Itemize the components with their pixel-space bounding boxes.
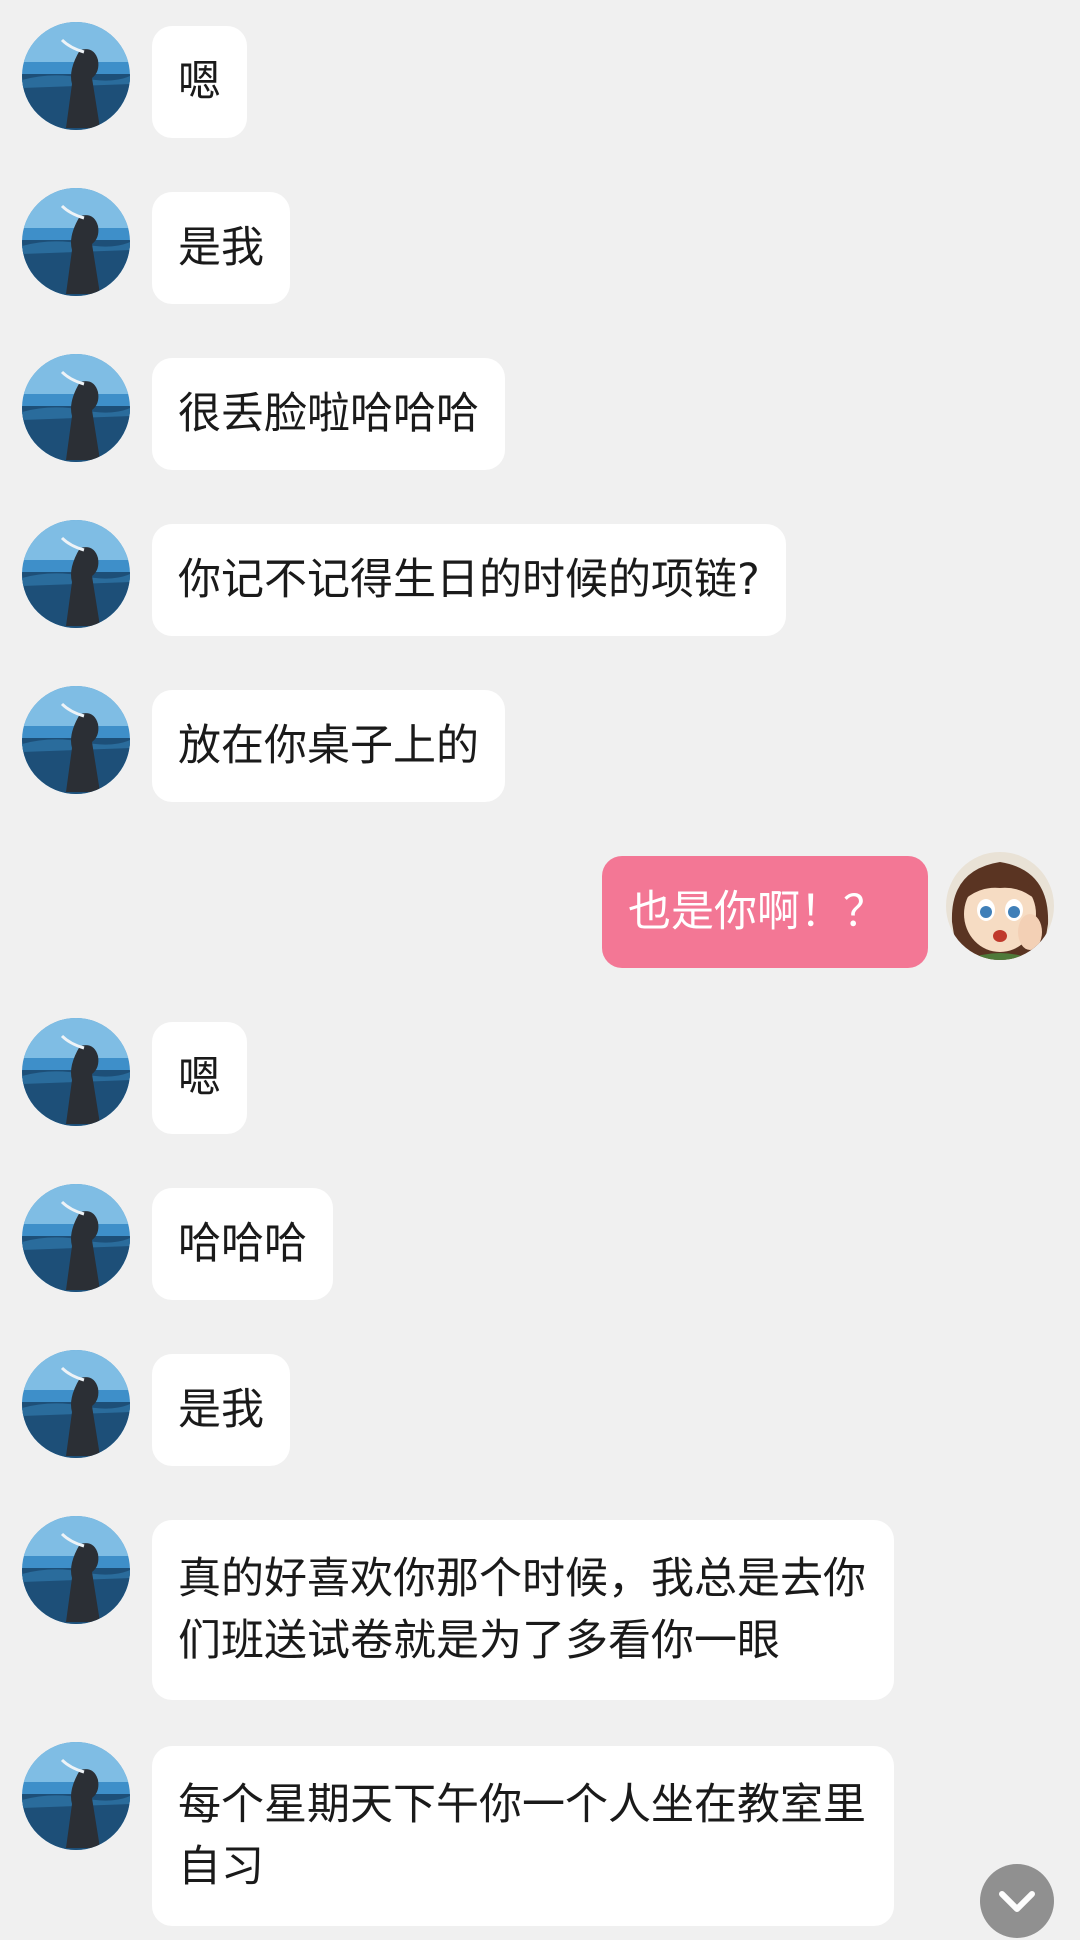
message-bubble[interactable]: 很丢脸啦哈哈哈 [152,358,505,470]
contact-avatar[interactable] [22,22,130,130]
message-bubble[interactable]: 你记不记得生日的时候的项链? [152,524,786,636]
contact-avatar[interactable] [22,1350,130,1458]
contact-avatar[interactable] [22,354,130,462]
message-bubble[interactable]: 嗯 [152,26,247,138]
message-bubble[interactable]: 嗯 [152,1022,247,1134]
contact-avatar[interactable] [22,1018,130,1126]
contact-avatar[interactable] [22,1184,130,1292]
chat-message-list[interactable]: 嗯 是我 很丢脸啦哈哈哈 你记不记得生日的时候的项链? 放在你桌子上的 也是你啊… [0,0,1080,1940]
contact-avatar[interactable] [22,520,130,628]
my-avatar[interactable] [946,852,1054,960]
message-bubble[interactable]: 真的好喜欢你那个时候，我总是去你们班送试卷就是为了多看你一眼 [152,1520,894,1700]
contact-avatar[interactable] [22,686,130,794]
message-bubble[interactable]: 是我 [152,192,290,304]
chevron-down-icon [999,1891,1035,1912]
message-bubble[interactable]: 哈哈哈 [152,1188,333,1300]
message-bubble[interactable]: 放在你桌子上的 [152,690,505,802]
message-bubble[interactable]: 是我 [152,1354,290,1466]
message-bubble-outgoing[interactable]: 也是你啊！？ [602,856,928,968]
scroll-to-bottom-button[interactable] [980,1864,1054,1938]
contact-avatar[interactable] [22,1742,130,1850]
message-bubble[interactable]: 每个星期天下午你一个人坐在教室里自习 [152,1746,894,1926]
contact-avatar[interactable] [22,1516,130,1624]
contact-avatar[interactable] [22,188,130,296]
